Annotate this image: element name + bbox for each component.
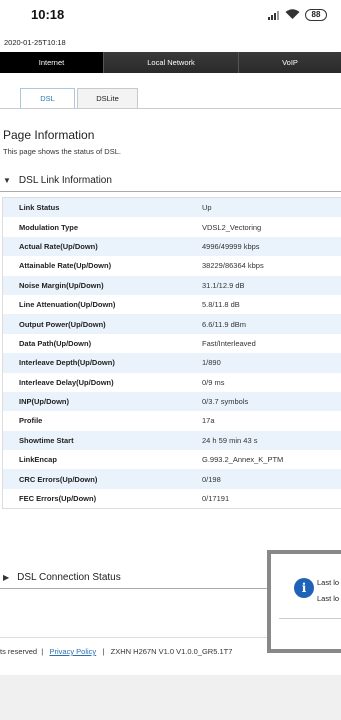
expand-triangle-icon: ▶ <box>3 572 10 582</box>
row-label: Interleave Depth(Up/Down) <box>19 358 115 368</box>
tab-dsl[interactable]: DSL <box>20 88 75 108</box>
table-row: Data Path(Up/Down) Fast/Interleaved <box>3 333 341 354</box>
timestamp: 2020-01-25T10:18 <box>4 38 66 47</box>
row-label: FEC Errors(Up/Down) <box>19 494 97 504</box>
connection-section-title: DSL Connection Status <box>17 571 121 583</box>
row-label: CRC Errors(Up/Down) <box>19 474 98 484</box>
tab-dslite[interactable]: DSLite <box>77 88 138 108</box>
nav-internet[interactable]: Internet <box>0 52 103 73</box>
row-label: Data Path(Up/Down) <box>19 338 92 348</box>
row-label: Profile <box>19 416 43 426</box>
footer-separator: | <box>39 647 48 656</box>
row-label: Interleave Delay(Up/Down) <box>19 377 114 387</box>
table-row: Interleave Depth(Up/Down) 1/890 <box>3 353 341 373</box>
table-row: Attainable Rate(Up/Down) 38229/86364 kbps <box>3 256 341 276</box>
row-label: Attainable Rate(Up/Down) <box>19 261 112 271</box>
divider <box>0 191 341 192</box>
table-row: Profile 17a <box>3 411 341 431</box>
row-label: Showtime Start <box>19 435 74 445</box>
row-value: 1/890 <box>202 358 221 368</box>
notification-popup[interactable]: i Last lo Last lo <box>267 550 341 653</box>
row-value: 4996/49999 kbps <box>202 241 260 251</box>
battery-icon: 88 <box>305 9 327 21</box>
row-value: 17a <box>202 416 215 426</box>
row-value: Fast/Interleaved <box>202 338 256 348</box>
row-label: Line Attenuation(Up/Down) <box>19 300 116 310</box>
row-value: 0/3.7 symbols <box>202 397 249 407</box>
privacy-policy-link[interactable]: Privacy Policy <box>50 647 97 656</box>
table-row: Actual Rate(Up/Down) 4996/49999 kbps <box>3 236 341 257</box>
popup-divider <box>279 618 341 619</box>
footer-background <box>0 675 341 720</box>
row-label: Output Power(Up/Down) <box>19 319 106 329</box>
table-row: FEC Errors(Up/Down) 0/17191 <box>3 488 341 509</box>
row-label: Actual Rate(Up/Down) <box>19 241 98 251</box>
table-row: Noise Margin(Up/Down) 31.1/12.9 dB <box>3 275 341 295</box>
row-label: INP(Up/Down) <box>19 397 69 407</box>
table-row: Line Attenuation(Up/Down) 5.8/11.8 dB <box>3 294 341 315</box>
row-label: Link Status <box>19 203 60 213</box>
table-row: Showtime Start 24 h 59 min 43 s <box>3 430 341 451</box>
sub-tabs: DSL DSLite <box>20 88 138 108</box>
row-value: 5.8/11.8 dB <box>202 300 240 310</box>
row-value: Up <box>202 203 212 213</box>
table-row: Output Power(Up/Down) 6.6/11.9 dBm <box>3 314 341 334</box>
row-value: VDSL2_Vectoring <box>202 222 262 232</box>
table-row: Modulation Type VDSL2_Vectoring <box>3 217 341 237</box>
footer-model: ZXHN H267N V1.0 V1.0.0_GR5.1T7 <box>110 647 233 656</box>
table-row: CRC Errors(Up/Down) 0/198 <box>3 469 341 489</box>
table-row: LinkEncap G.993.2_Annex_K_PTM <box>3 450 341 470</box>
main-nav: Internet Local Network VoIP <box>0 52 341 73</box>
row-label: Modulation Type <box>19 222 79 232</box>
row-value: 6.6/11.9 dBm <box>202 319 247 329</box>
connection-section-header[interactable]: ▶ DSL Connection Status <box>3 570 121 584</box>
link-info-table: Link Status Up Modulation Type VDSL2_Vector… <box>2 197 341 510</box>
footer-rights: ts reserved <box>0 647 38 656</box>
row-value: 0/198 <box>202 474 221 484</box>
collapse-triangle-icon: ▼ <box>3 175 11 185</box>
page-description: This page shows the status of DSL. <box>3 147 121 156</box>
wifi-icon <box>285 9 300 19</box>
divider <box>0 108 341 109</box>
footer: ts reserved | Privacy Policy | ZXHN H267… <box>0 647 232 656</box>
row-value: G.993.2_Annex_K_PTM <box>202 455 284 465</box>
row-label: LinkEncap <box>19 455 57 465</box>
link-section-title: DSL Link Information <box>18 174 112 186</box>
row-label: Noise Margin(Up/Down) <box>19 280 104 290</box>
popup-message-2: Last lo <box>317 594 340 603</box>
popup-message-1: Last lo <box>317 578 340 587</box>
footer-separator: | <box>98 647 109 656</box>
table-row: Interleave Delay(Up/Down) 0/9 ms <box>3 372 341 392</box>
nav-local-network[interactable]: Local Network <box>103 52 239 73</box>
row-value: 31.1/12.9 dB <box>202 280 245 290</box>
status-bar: 10:18 88 <box>0 0 341 30</box>
clock: 10:18 <box>31 7 65 22</box>
link-section-header[interactable]: ▼ DSL Link Information <box>3 173 112 187</box>
table-row: Link Status Up <box>3 198 341 218</box>
page-title: Page Information <box>3 128 95 142</box>
signal-icon <box>268 11 279 20</box>
row-value: 38229/86364 kbps <box>202 261 264 271</box>
row-value: 0/9 ms <box>202 377 225 387</box>
table-row: INP(Up/Down) 0/3.7 symbols <box>3 391 341 412</box>
info-icon: i <box>294 578 314 598</box>
nav-voip[interactable]: VoIP <box>239 52 341 73</box>
row-value: 0/17191 <box>202 494 230 504</box>
row-value: 24 h 59 min 43 s <box>202 435 258 445</box>
